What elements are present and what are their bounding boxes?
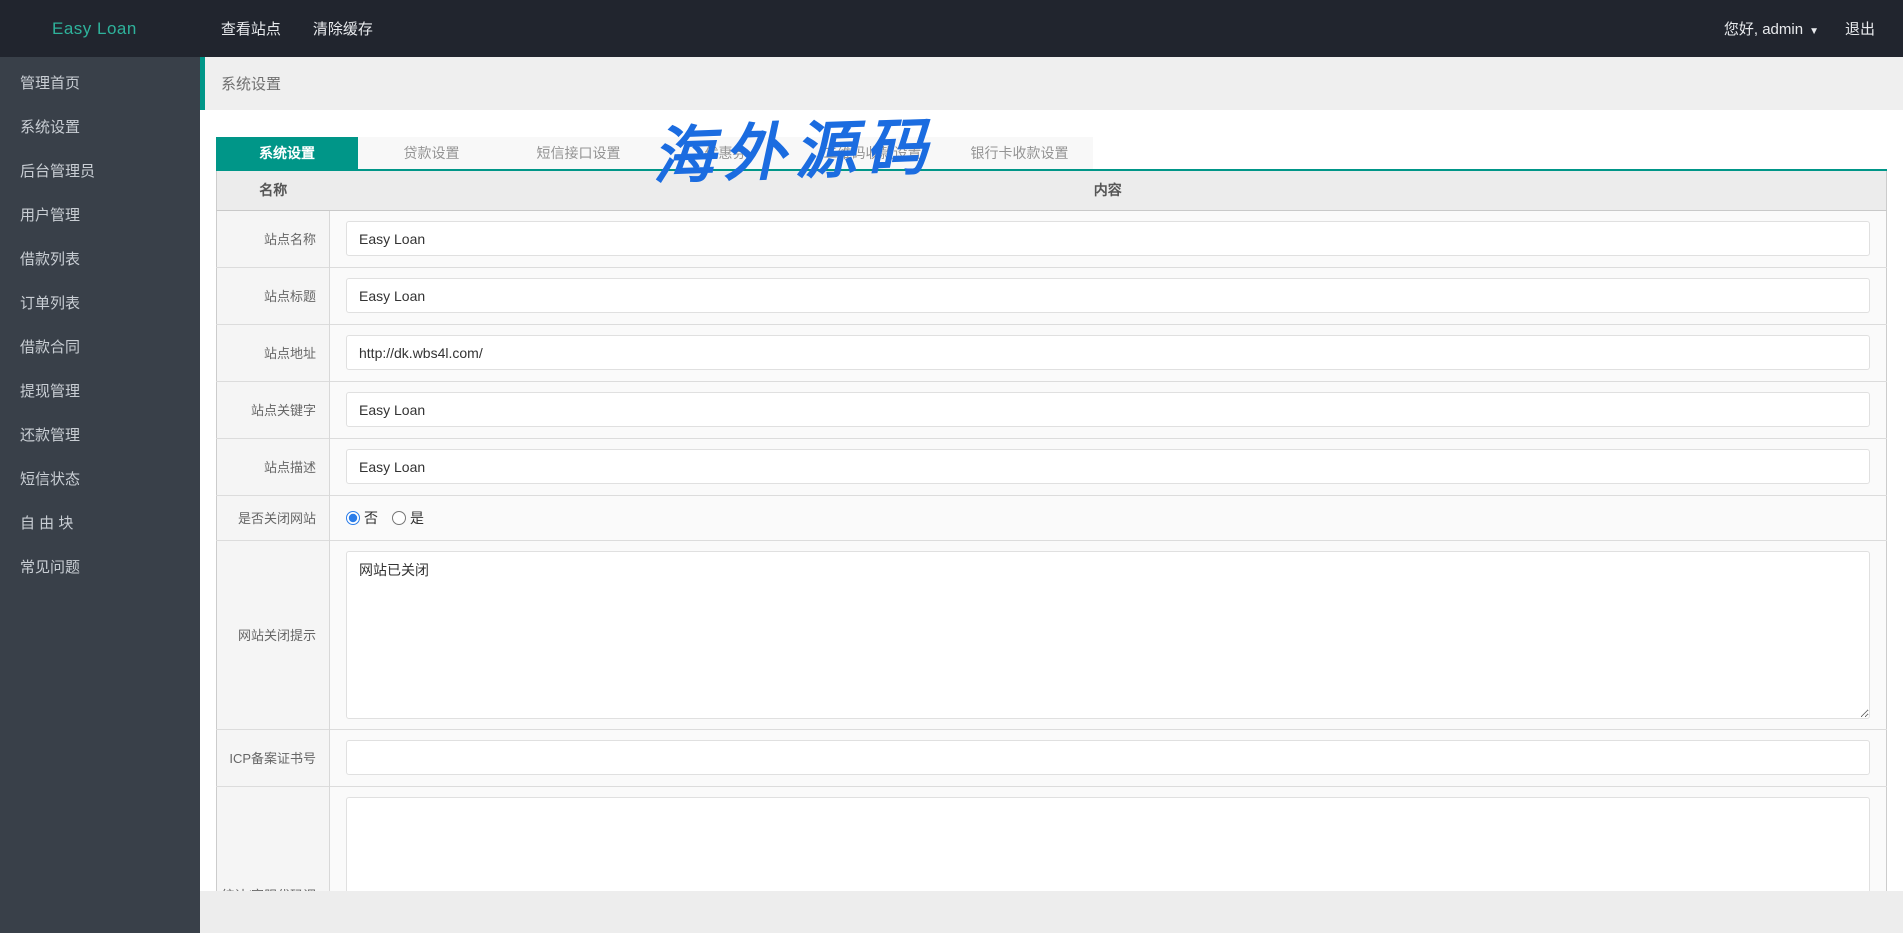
logout-button[interactable]: 退出	[1845, 18, 1875, 39]
table-row-site-keywords: 站点关键字	[216, 381, 1887, 438]
breadcrumb: 系统设置	[221, 76, 282, 93]
app-logo: Easy Loan	[52, 18, 137, 38]
radio-yes-label: 是	[410, 509, 424, 526]
column-header-name: 名称	[216, 171, 330, 211]
tab-qrcode-payment-settings[interactable]: 二维码收款设置	[799, 137, 946, 169]
close-site-radio-group: 否 是	[346, 508, 1870, 528]
tab-sms-api-settings[interactable]: 短信接口设置	[505, 137, 652, 169]
site-description-input[interactable]	[346, 449, 1870, 484]
row-label: 站点地址	[216, 324, 330, 381]
main-content: 系统设置 海外源码 系统设置 贷款设置 短信接口设置 优惠券 二维码收款设置 银…	[200, 57, 1903, 933]
tab-coupons[interactable]: 优惠券	[652, 137, 799, 169]
row-label: 是否关闭网站	[216, 495, 330, 540]
breadcrumb-bar: 系统设置	[200, 57, 1903, 110]
sidebar-item-free-blocks[interactable]: 自 由 块	[0, 502, 200, 546]
navbar-links: 查看站点 清除缓存	[221, 18, 373, 39]
site-title-input[interactable]	[346, 278, 1870, 313]
radio-option-no[interactable]: 否	[346, 508, 378, 528]
column-header-content: 内容	[329, 171, 1887, 211]
navbar-item-view-site[interactable]: 查看站点	[221, 18, 281, 39]
table-row-site-closed-message: 网站关闭提示 网站已关闭	[216, 540, 1887, 729]
sidebar: 管理首页 系统设置 后台管理员 用户管理 借款列表 订单列表 借款合同 提现管理…	[0, 57, 200, 933]
table-row-site-name: 站点名称	[216, 210, 1887, 267]
user-menu[interactable]: 您好, admin ▼	[1724, 18, 1819, 39]
table-row-site-url: 站点地址	[216, 324, 1887, 381]
navbar-item-clear-cache[interactable]: 清除缓存	[313, 18, 373, 39]
navbar-right: 您好, admin ▼ 退出	[1724, 18, 1903, 39]
table-row-site-description: 站点描述	[216, 438, 1887, 495]
sidebar-item-home[interactable]: 管理首页	[0, 62, 200, 106]
row-label: 站点描述	[216, 438, 330, 495]
tab-bankcard-payment-settings[interactable]: 银行卡收款设置	[946, 137, 1093, 169]
footer-strip	[200, 891, 1903, 933]
row-label: 网站关闭提示	[216, 540, 330, 729]
table-header-row: 名称 内容	[216, 171, 1887, 211]
radio-no-label: 否	[364, 509, 378, 526]
sidebar-item-system-settings[interactable]: 系统设置	[0, 106, 200, 150]
sidebar-item-repayments[interactable]: 还款管理	[0, 414, 200, 458]
radio-no[interactable]	[346, 510, 360, 525]
sidebar-item-users[interactable]: 用户管理	[0, 194, 200, 238]
sidebar-item-order-list[interactable]: 订单列表	[0, 282, 200, 326]
site-name-input[interactable]	[346, 221, 1870, 256]
radio-yes[interactable]	[392, 510, 406, 525]
sidebar-item-withdrawals[interactable]: 提现管理	[0, 370, 200, 414]
tab-loan-settings[interactable]: 贷款设置	[358, 137, 505, 169]
user-greeting: 您好, admin	[1723, 21, 1804, 38]
sidebar-item-loan-contract[interactable]: 借款合同	[0, 326, 200, 370]
sidebar-item-faq[interactable]: 常见问题	[0, 546, 200, 590]
row-label: ICP备案证书号	[216, 729, 330, 786]
site-url-input[interactable]	[346, 335, 1870, 370]
tab-system-settings[interactable]: 系统设置	[216, 137, 358, 169]
icp-number-input[interactable]	[346, 740, 1870, 775]
top-navbar: Easy Loan 查看站点 清除缓存 您好, admin ▼ 退出	[0, 0, 1903, 57]
close-message-textarea[interactable]: 网站已关闭	[346, 550, 1870, 719]
table-row-site-closed-toggle: 是否关闭网站 否 是	[216, 495, 1887, 540]
chevron-down-icon: ▼	[1809, 26, 1819, 37]
sidebar-item-admins[interactable]: 后台管理员	[0, 150, 200, 194]
table-row-icp-number: ICP备案证书号	[216, 729, 1887, 786]
table-row-site-title: 站点标题	[216, 267, 1887, 324]
site-keywords-input[interactable]	[346, 392, 1870, 427]
row-label: 站点关键字	[216, 381, 330, 438]
sidebar-item-sms-status[interactable]: 短信状态	[0, 458, 200, 502]
row-label: 站点名称	[216, 210, 330, 267]
sidebar-item-loan-list[interactable]: 借款列表	[0, 238, 200, 282]
radio-option-yes[interactable]: 是	[392, 508, 424, 528]
settings-table: 名称 内容 站点名称 站点标题 站点地址 站点关键字 站点描述	[216, 171, 1887, 933]
row-label: 站点标题	[216, 267, 330, 324]
settings-tabs: 系统设置 贷款设置 短信接口设置 优惠券 二维码收款设置 银行卡收款设置	[216, 137, 1887, 171]
